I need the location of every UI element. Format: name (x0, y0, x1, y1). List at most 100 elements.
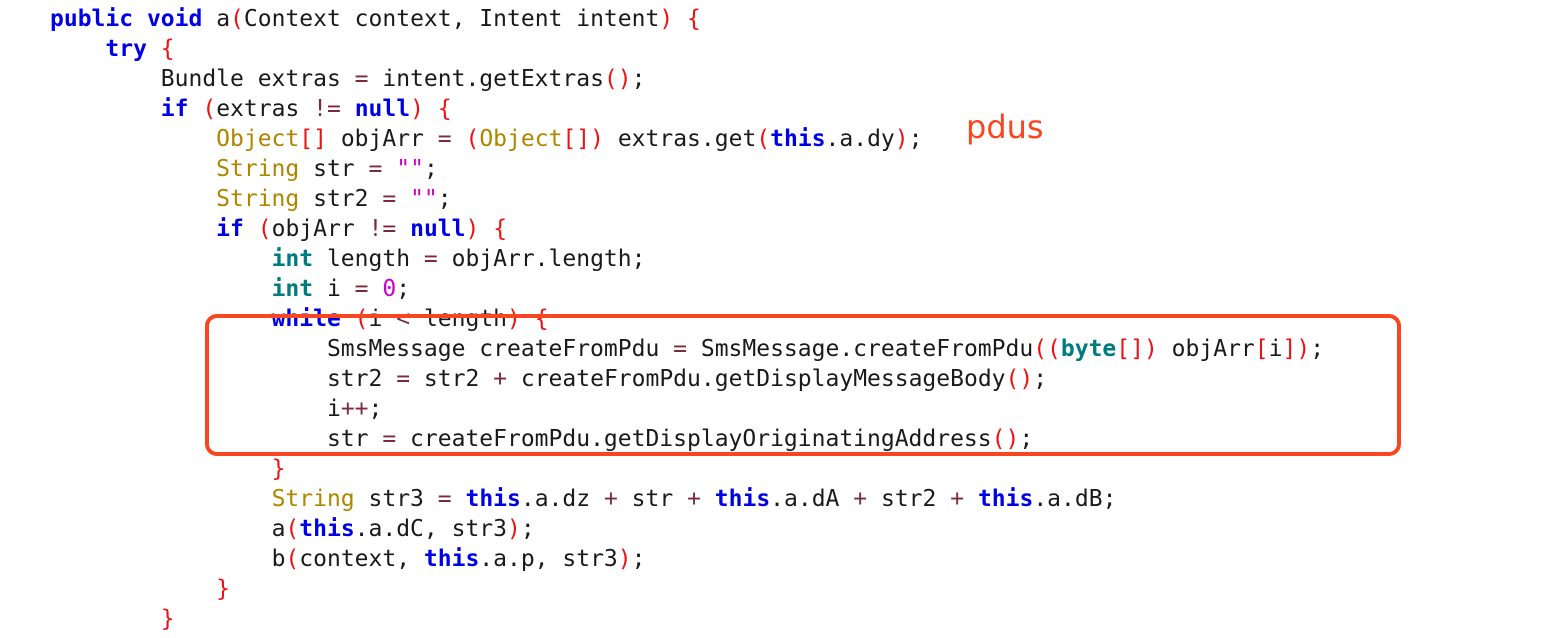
code-token: } (216, 576, 231, 602)
code-token: ( (756, 126, 771, 152)
code-token: ; (437, 186, 452, 212)
code-token: } (271, 456, 286, 482)
code-line: public void a(Context context, Intent in… (50, 4, 1324, 34)
code-token: ) (659, 6, 674, 32)
code-token: this (714, 486, 771, 512)
code-token: this (423, 546, 480, 572)
code-line: if (objArr != null) { (50, 214, 1324, 244)
code-token: String (216, 186, 300, 212)
code-token: { (687, 6, 701, 32)
code-token: String (271, 486, 355, 512)
code-token: .a.p, str3 (479, 546, 618, 572)
code-token: ) (465, 216, 480, 242)
code-line: String str = ""; (50, 154, 1324, 184)
code-line: Bundle extras = intent.getExtras(); (50, 64, 1324, 94)
code-token: try (105, 36, 147, 62)
code-token: length (313, 246, 424, 272)
code-token: null (410, 216, 466, 242)
code-token: this (977, 486, 1034, 512)
code-token: extras (216, 96, 314, 122)
code-token: 0 (382, 276, 397, 302)
code-token: + (687, 486, 701, 512)
code-token: Object (216, 126, 300, 152)
code-line: } (50, 454, 1324, 484)
code-token: { (437, 96, 452, 122)
code-token: .a.dA (770, 486, 854, 512)
code-token: str (617, 486, 688, 512)
code-line: int i = 0; (50, 274, 1324, 304)
code-token: + (950, 486, 965, 512)
code-token: .a.dz (520, 486, 604, 512)
code-token: []) (562, 126, 604, 152)
code-token: Context context, Intent intent (243, 6, 660, 32)
code-token: = (354, 276, 369, 302)
code-token: b (271, 546, 286, 572)
code-token: ( (465, 126, 480, 152)
code-token: null (354, 96, 411, 122)
code-token: .a.dy (825, 126, 895, 152)
code-token: ) (410, 96, 424, 122)
code-token: objArr (271, 216, 369, 242)
code-token: != (313, 96, 341, 122)
code-token: ( (257, 216, 272, 242)
code-token: = (368, 156, 383, 182)
code-token: = (354, 66, 369, 92)
code-token: void (146, 6, 203, 32)
code-token: extras.get (603, 126, 757, 152)
code-token: int (271, 276, 314, 302)
code-line: String str3 = this.a.dz + str + this.a.d… (50, 484, 1324, 514)
code-token: = (423, 246, 438, 272)
code-token: ) (894, 126, 909, 152)
code-token: ( (230, 6, 244, 32)
code-token: ; (631, 66, 646, 92)
code-token: Bundle extras (160, 66, 355, 92)
code-token: ( (202, 96, 217, 122)
code-token: context, (299, 546, 424, 572)
code-token: str2 (299, 186, 383, 212)
code-token: { (160, 36, 175, 62)
code-token: public (50, 6, 134, 32)
code-token: "" (410, 186, 438, 212)
code-token: ) (617, 546, 632, 572)
code-line: int length = objArr.length; (50, 244, 1324, 274)
code-token: a (202, 6, 231, 32)
code-token: ; (396, 276, 411, 302)
code-token: != (368, 216, 397, 242)
code-token: .a.dC, str3 (354, 516, 507, 542)
code-line: try { (50, 34, 1324, 64)
code-token: ; (631, 546, 646, 572)
code-token: String (216, 156, 300, 182)
code-line: b(context, this.a.p, str3); (50, 544, 1324, 574)
code-line: } (50, 574, 1324, 604)
code-token: str (299, 156, 369, 182)
code-token: this (465, 486, 521, 512)
code-token: ; (423, 156, 438, 182)
code-token: if (216, 216, 244, 242)
code-line: a(this.a.dC, str3); (50, 514, 1324, 544)
code-token: [] (299, 126, 327, 152)
code-line: Object[] objArr = (Object[]) extras.get(… (50, 124, 1324, 154)
code-token: int (271, 246, 314, 272)
